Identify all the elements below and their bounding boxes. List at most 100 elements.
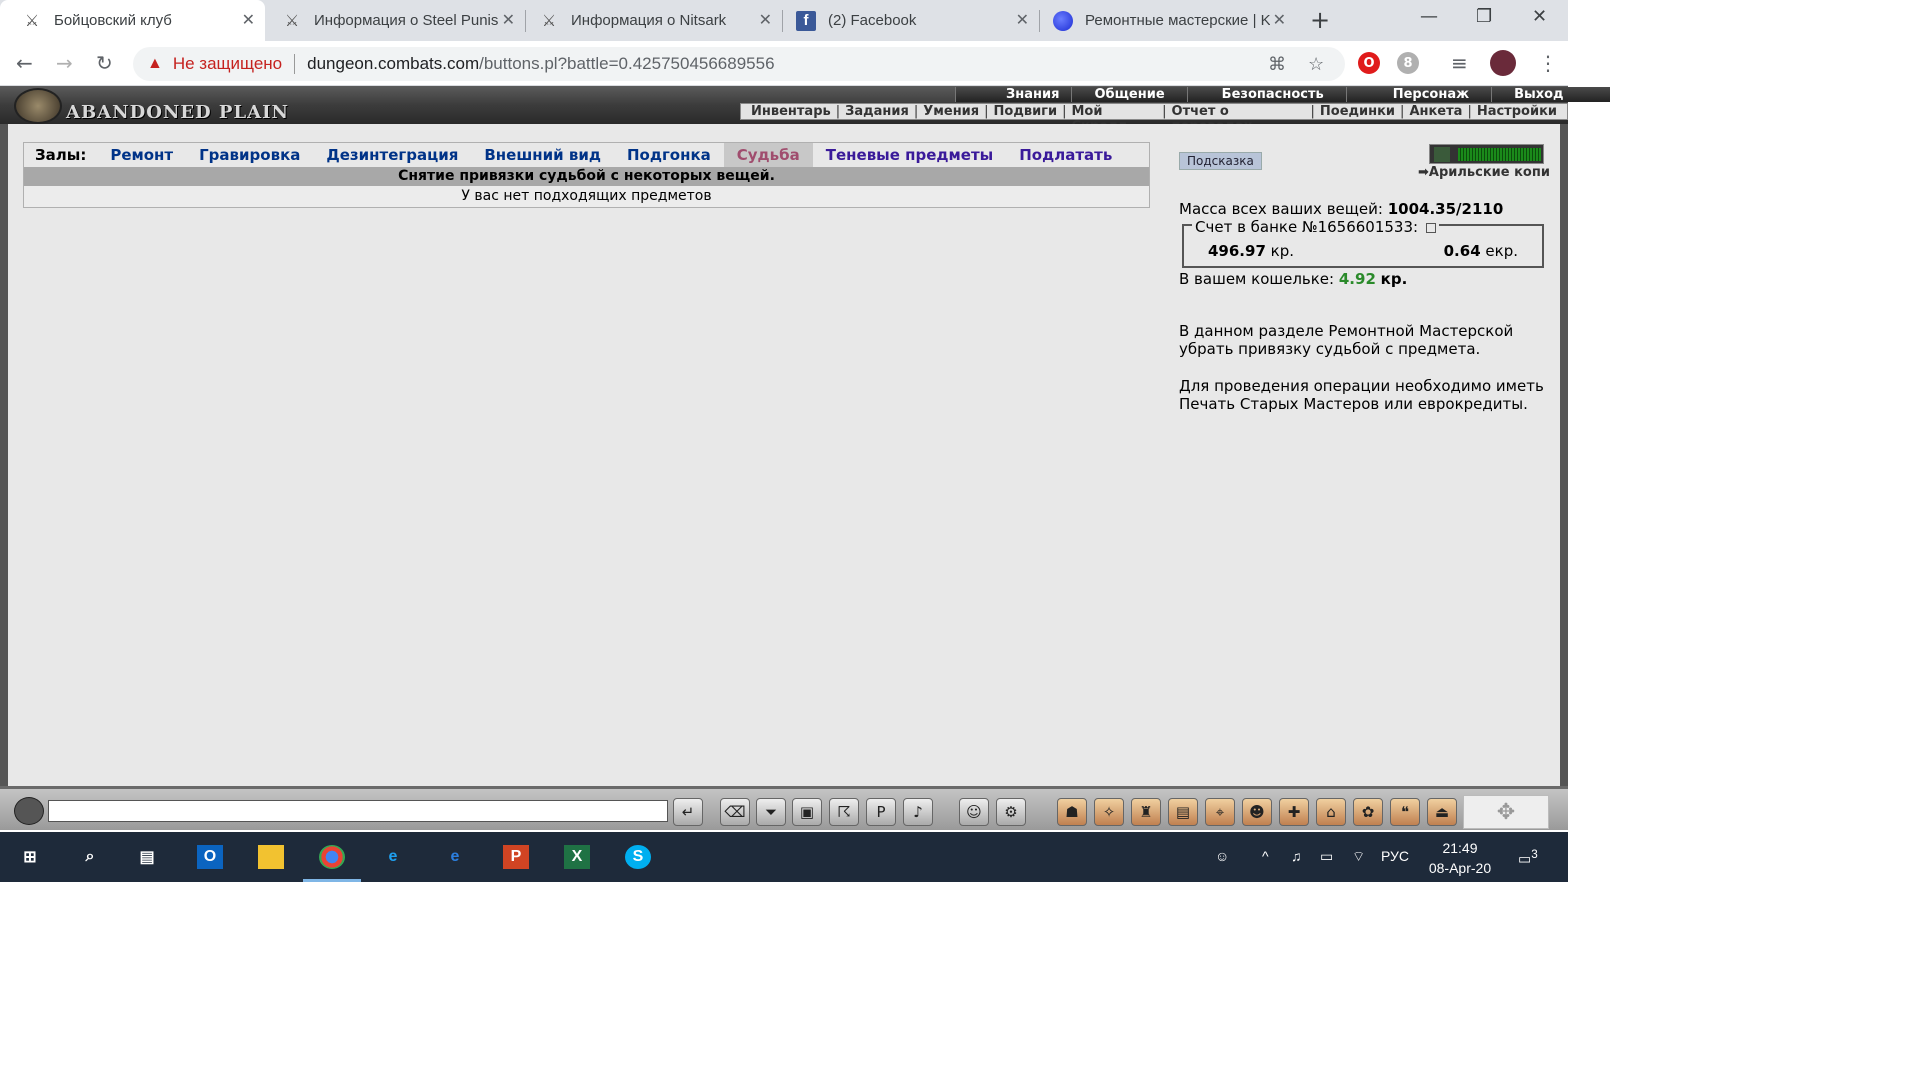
new-tab-button[interactable]: + bbox=[1310, 6, 1330, 34]
submenu-feats[interactable]: Подвиги bbox=[994, 104, 1058, 119]
flower-icon[interactable]: ✿ bbox=[1353, 798, 1383, 826]
chat-input[interactable] bbox=[48, 800, 668, 822]
submenu-transfers[interactable]: Отчет о переводах bbox=[1172, 104, 1306, 134]
submenu-duels[interactable]: Поединки bbox=[1320, 104, 1395, 119]
submenu-inventory[interactable]: Инвентарь bbox=[751, 104, 831, 119]
translate-icon[interactable]: ⌘ bbox=[1268, 54, 1286, 75]
tab-fight-club[interactable]: ⚔ Бойцовский клуб ✕ bbox=[0, 0, 265, 41]
chevron-up-icon[interactable]: ^ bbox=[1262, 848, 1269, 864]
eraser-icon[interactable]: ⌫ bbox=[720, 798, 750, 826]
sound-icon[interactable]: ♪ bbox=[903, 798, 933, 826]
back-arrow-icon[interactable]: ← bbox=[16, 51, 33, 75]
media-control-icon[interactable]: ≡ bbox=[1451, 51, 1468, 75]
hall-engraving[interactable]: Гравировка bbox=[186, 143, 313, 167]
close-icon[interactable]: ✕ bbox=[1273, 10, 1286, 30]
outlook-icon[interactable]: O bbox=[197, 845, 223, 869]
extension-icon[interactable]: 8 bbox=[1397, 52, 1419, 74]
sparkle-icon[interactable]: ✧ bbox=[1094, 798, 1124, 826]
hall-patch-up[interactable]: Подлатать bbox=[1006, 143, 1125, 167]
helmet-icon[interactable]: ☗ bbox=[1057, 798, 1087, 826]
reload-icon[interactable]: ↻ bbox=[96, 51, 113, 75]
submenu-skills[interactable]: Умения bbox=[923, 104, 979, 119]
map-icon[interactable]: ⌖ bbox=[1205, 798, 1235, 826]
opera-adblock-icon[interactable]: O bbox=[1358, 52, 1380, 74]
lock-icon[interactable] bbox=[1426, 222, 1437, 233]
task-view-icon[interactable]: ▤ bbox=[134, 845, 160, 869]
search-icon[interactable]: ⌕ bbox=[77, 845, 103, 869]
hall-appearance[interactable]: Внешний вид bbox=[471, 143, 614, 167]
volume-icon[interactable]: ♫ bbox=[1291, 848, 1302, 864]
hall-repair[interactable]: Ремонт bbox=[97, 143, 186, 167]
close-icon[interactable]: ✕ bbox=[1016, 10, 1029, 30]
powerpoint-icon[interactable]: P bbox=[503, 845, 529, 869]
close-icon[interactable]: ✕ bbox=[502, 10, 515, 30]
forward-arrow-icon[interactable]: → bbox=[56, 51, 73, 75]
language-indicator[interactable]: РУС bbox=[1381, 848, 1409, 864]
puzzle-icon[interactable]: ✥ bbox=[1463, 795, 1549, 829]
menu-communication[interactable]: Общение bbox=[1071, 87, 1187, 102]
people-icon[interactable]: ☺ bbox=[1215, 848, 1229, 864]
submenu-my-scroll[interactable]: Мой Скролл bbox=[1071, 104, 1157, 134]
shield-icon[interactable]: ✚ bbox=[1279, 798, 1309, 826]
chrome-icon[interactable] bbox=[319, 845, 345, 869]
bank-ekr-value: 0.64 bbox=[1443, 242, 1481, 260]
internet-explorer-icon[interactable]: e bbox=[380, 845, 406, 869]
hall-shadow-items[interactable]: Теневые предметы bbox=[813, 143, 1006, 167]
house-icon[interactable]: ⌂ bbox=[1316, 798, 1346, 826]
battery-icon[interactable]: ▭ bbox=[1320, 848, 1333, 865]
mine-progress[interactable] bbox=[1429, 144, 1544, 164]
hall-disintegration[interactable]: Дезинтеграция bbox=[313, 143, 471, 167]
clock[interactable]: 21:49 08-Apr-20 bbox=[1420, 838, 1500, 878]
speech-icon[interactable]: ❝ bbox=[1390, 798, 1420, 826]
chat-icon[interactable] bbox=[14, 797, 44, 825]
excel-icon[interactable]: X bbox=[564, 845, 590, 869]
notification-icon[interactable]: ▭3 bbox=[1518, 848, 1538, 868]
file-explorer-icon[interactable] bbox=[258, 845, 284, 869]
restore-button[interactable]: ❐ bbox=[1476, 6, 1492, 27]
menu-knowledge[interactable]: Знания bbox=[955, 87, 1072, 102]
menu-security[interactable]: Безопасность bbox=[1186, 87, 1346, 102]
menu-exit[interactable]: Выход bbox=[1491, 87, 1610, 102]
mine-link[interactable]: ➡Арильские копи bbox=[1418, 165, 1550, 180]
close-icon[interactable]: ✕ bbox=[759, 10, 772, 30]
wallet-value: 4.92 bbox=[1338, 270, 1376, 288]
run-icon[interactable]: ☈ bbox=[829, 798, 859, 826]
group-icon[interactable]: ☻ bbox=[1242, 798, 1272, 826]
hall-destiny[interactable]: Судьба bbox=[723, 143, 813, 167]
menu-character[interactable]: Персонаж bbox=[1345, 87, 1492, 102]
hall-fitting[interactable]: Подгонка bbox=[614, 143, 724, 167]
menu-icon[interactable]: ⋮ bbox=[1538, 51, 1558, 75]
submenu-profile[interactable]: Анкета bbox=[1409, 104, 1462, 119]
close-window-button[interactable]: ✕ bbox=[1532, 6, 1547, 27]
security-label[interactable]: Не защищено bbox=[173, 54, 282, 74]
submenu-settings[interactable]: Настройки bbox=[1477, 104, 1557, 119]
tab-nitsark[interactable]: ⚔ Информация о Nitsark ✕ bbox=[517, 0, 782, 41]
windows-start-icon[interactable]: ⊞ bbox=[17, 845, 43, 869]
wifi-icon[interactable]: ⌔ bbox=[1352, 848, 1365, 866]
edge-icon[interactable]: e bbox=[442, 845, 468, 869]
tab-steel-punish[interactable]: ⚔ Информация о Steel Punish ✕ bbox=[260, 0, 525, 41]
address-bar[interactable]: ▲ Не защищено dungeon.combats.com/button… bbox=[133, 47, 1345, 81]
close-icon[interactable]: ✕ bbox=[242, 10, 255, 30]
star-icon[interactable]: ☆ bbox=[1308, 54, 1324, 75]
tab-repair-workshops[interactable]: Ремонтные мастерские | K ✕ bbox=[1031, 0, 1296, 41]
private-log-icon[interactable]: P bbox=[866, 798, 896, 826]
chest-icon[interactable]: ▤ bbox=[1168, 798, 1198, 826]
save-icon[interactable]: ▣ bbox=[792, 798, 822, 826]
tab-facebook[interactable]: f (2) Facebook ✕ bbox=[774, 0, 1039, 41]
hint-button[interactable]: Подсказка bbox=[1179, 152, 1262, 170]
filter-icon[interactable]: ⏷ bbox=[756, 798, 786, 826]
halls-panel: Залы: Ремонт Гравировка Дезинтеграция Вн… bbox=[23, 142, 1150, 208]
exit-icon[interactable]: ⏏ bbox=[1427, 798, 1457, 826]
skype-icon[interactable]: S bbox=[625, 845, 651, 869]
arrow-right-icon: ➡ bbox=[1418, 165, 1429, 180]
smiley-icon[interactable]: ☺ bbox=[959, 798, 989, 826]
submenu-quests[interactable]: Задания bbox=[845, 104, 909, 119]
mine-label: Арильские копи bbox=[1428, 165, 1550, 180]
avatar[interactable] bbox=[1490, 50, 1516, 76]
minimize-button[interactable]: — bbox=[1420, 6, 1438, 27]
enter-icon[interactable]: ↵ bbox=[673, 798, 703, 826]
chat-settings-icon[interactable]: ⚙ bbox=[996, 798, 1026, 826]
bag-icon[interactable]: ♜ bbox=[1131, 798, 1161, 826]
facebook-icon: f bbox=[796, 10, 816, 31]
